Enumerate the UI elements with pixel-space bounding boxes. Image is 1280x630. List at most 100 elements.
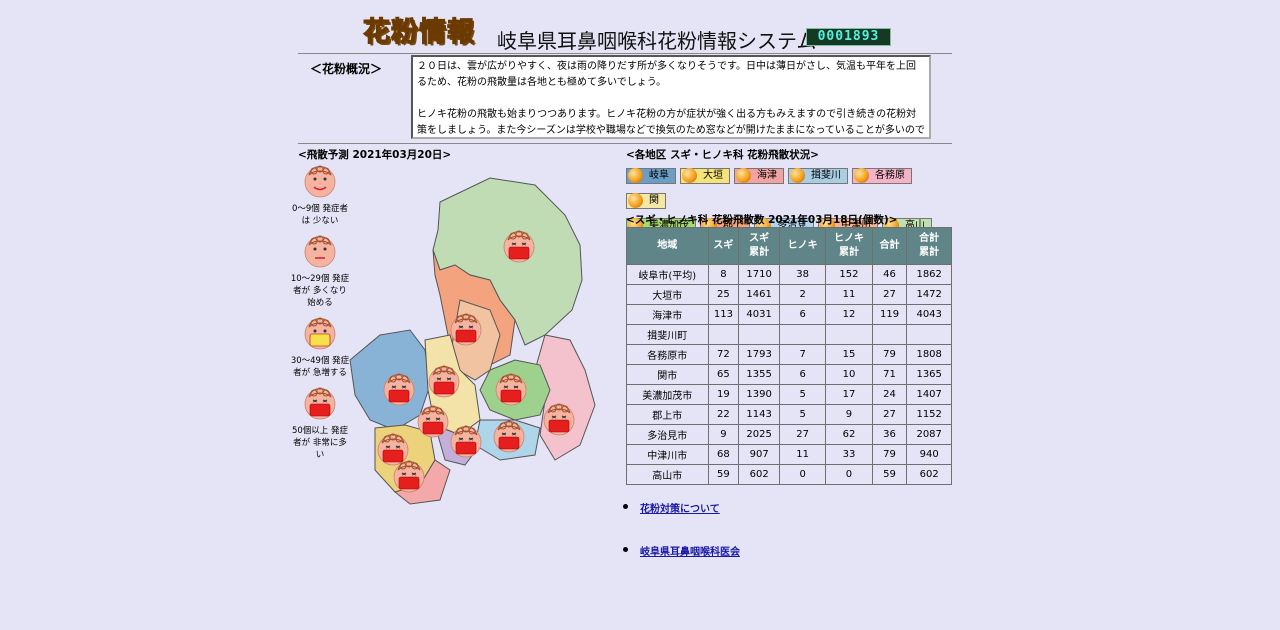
value-cell: 9 xyxy=(707,424,740,445)
ball-icon xyxy=(736,168,751,183)
ball-icon xyxy=(628,168,643,183)
region-button[interactable]: 海津 xyxy=(734,168,784,184)
value-cell: 11 xyxy=(825,284,873,305)
value-cell: 38 xyxy=(778,264,827,285)
value-cell: 6 xyxy=(778,304,827,325)
pollen-face-icon xyxy=(302,233,338,269)
overview-textbox[interactable]: ２０日は、雲が広がりやすく、夜は雨の降りだす所が多くなりそうです。日中は薄日がさ… xyxy=(411,55,931,139)
link-pollen-measures[interactable]: 花粉対策について xyxy=(640,504,720,515)
value-cell: 36 xyxy=(871,424,908,445)
value-cell: 602 xyxy=(906,464,952,485)
link-ent-association[interactable]: 岐阜県耳鼻咽喉科医会 xyxy=(640,547,740,558)
region-button[interactable]: 大垣 xyxy=(680,168,730,184)
value-cell: 46 xyxy=(871,264,908,285)
region-name-cell: 高山市 xyxy=(626,464,709,485)
pollen-face-icon xyxy=(302,163,338,199)
ball-icon xyxy=(682,168,697,183)
value-cell: 113 xyxy=(707,304,740,325)
value-cell: 79 xyxy=(871,344,908,365)
value-cell: 602 xyxy=(738,464,780,485)
column-header: ヒノキ 累計 xyxy=(825,227,873,265)
value-cell: 19 xyxy=(707,384,740,405)
value-cell: 79 xyxy=(871,444,908,465)
value-cell: 6 xyxy=(778,364,827,385)
table-row: 関市 65 1355 6 10 71 1365 xyxy=(626,364,952,385)
value-cell: 152 xyxy=(825,264,873,285)
value-cell: 1355 xyxy=(738,364,780,385)
value-cell: 1143 xyxy=(738,404,780,425)
value-cell: 59 xyxy=(871,464,908,485)
value-cell: 5 xyxy=(778,384,827,405)
value-cell: 1461 xyxy=(738,284,780,305)
column-header: スギ 累計 xyxy=(738,227,780,265)
divider xyxy=(298,53,952,54)
pollen-table: 地域 スギ スギ 累計 ヒノキ ヒノキ 累計 合計 合計 累計 岐阜市(平均) 8 1710 38… xyxy=(626,227,952,485)
table-header-row: 地域 スギ スギ 累計 ヒノキ ヒノキ 累計 合計 合計 累計 xyxy=(626,227,952,265)
value-cell: 2 xyxy=(778,284,827,305)
table-row: 中津川市 68 907 11 33 79 940 xyxy=(626,444,952,465)
region-button-label: 関 xyxy=(649,195,659,206)
region-button-label: 各務原 xyxy=(875,170,905,181)
value-cell: 7 xyxy=(778,344,827,365)
region-button-label: 岐阜 xyxy=(649,170,669,181)
value-cell: 22 xyxy=(707,404,740,425)
value-cell: 62 xyxy=(825,424,873,445)
value-cell: 68 xyxy=(707,444,740,465)
column-header: 合計 xyxy=(871,227,908,265)
value-cell: 1365 xyxy=(906,364,952,385)
column-header: スギ xyxy=(707,227,740,265)
value-cell xyxy=(778,324,827,345)
value-cell: 71 xyxy=(871,364,908,385)
region-button[interactable]: 岐阜 xyxy=(626,168,676,184)
value-cell: 15 xyxy=(825,344,873,365)
region-button-label: 海津 xyxy=(757,170,777,181)
region-button-label: 大垣 xyxy=(703,170,723,181)
value-cell: 1407 xyxy=(906,384,952,405)
region-button-label: 揖斐川 xyxy=(811,170,841,181)
regions-label: <各地区 スギ・ヒノキ科 花粉飛散状況> xyxy=(626,149,819,161)
visitor-counter: 0001893 xyxy=(806,28,891,46)
table-row: 美濃加茂市 19 1390 5 17 24 1407 xyxy=(626,384,952,405)
value-cell: 907 xyxy=(738,444,780,465)
column-header: 合計 累計 xyxy=(906,227,952,265)
region-button[interactable]: 揖斐川 xyxy=(788,168,848,184)
value-cell: 4031 xyxy=(738,304,780,325)
value-cell: 2087 xyxy=(906,424,952,445)
region-name-cell: 大垣市 xyxy=(626,284,709,305)
value-cell: 2025 xyxy=(738,424,780,445)
page-title: 岐阜県耳鼻咽喉科花粉情報システム xyxy=(497,29,817,53)
forecast-label: <飛散予測 2021年03月20日> xyxy=(298,149,452,161)
value-cell: 1710 xyxy=(738,264,780,285)
region-name-cell: 美濃加茂市 xyxy=(626,384,709,405)
value-cell xyxy=(871,324,908,345)
value-cell: 1152 xyxy=(906,404,952,425)
pollen-face-icon xyxy=(302,385,338,421)
value-cell: 1862 xyxy=(906,264,952,285)
region-name-cell: 各務原市 xyxy=(626,344,709,365)
value-cell: 10 xyxy=(825,364,873,385)
value-cell: 59 xyxy=(707,464,740,485)
region-name-cell: 郡上市 xyxy=(626,404,709,425)
value-cell: 0 xyxy=(825,464,873,485)
value-cell: 1793 xyxy=(738,344,780,365)
region-button[interactable]: 各務原 xyxy=(852,168,912,184)
value-cell: 65 xyxy=(707,364,740,385)
value-cell: 940 xyxy=(906,444,952,465)
overview-paragraph-1: ２０日は、雲が広がりやすく、夜は雨の降りだす所が多くなりそうです。日中は薄日がさ… xyxy=(417,61,916,88)
value-cell: 27 xyxy=(778,424,827,445)
region-name-cell: 岐阜市(平均) xyxy=(626,264,709,285)
table-row: 揖斐川町 xyxy=(626,324,952,345)
link-list-2: 岐阜県耳鼻咽喉科医会 xyxy=(626,540,740,559)
gifu-pollen-map xyxy=(349,177,596,505)
value-cell: 5 xyxy=(778,404,827,425)
region-name-cell: 揖斐川町 xyxy=(626,324,709,345)
pollen-face-icon xyxy=(302,315,338,351)
table-row: 岐阜市(平均) 8 1710 38 152 46 1862 xyxy=(626,264,952,285)
value-cell: 24 xyxy=(871,384,908,405)
region-button[interactable]: 関 xyxy=(626,193,666,209)
value-cell xyxy=(906,324,952,345)
region-name-cell: 海津市 xyxy=(626,304,709,325)
region-name-cell: 多治見市 xyxy=(626,424,709,445)
value-cell: 4043 xyxy=(906,304,952,325)
table-row: 高山市 59 602 0 0 59 602 xyxy=(626,464,952,485)
